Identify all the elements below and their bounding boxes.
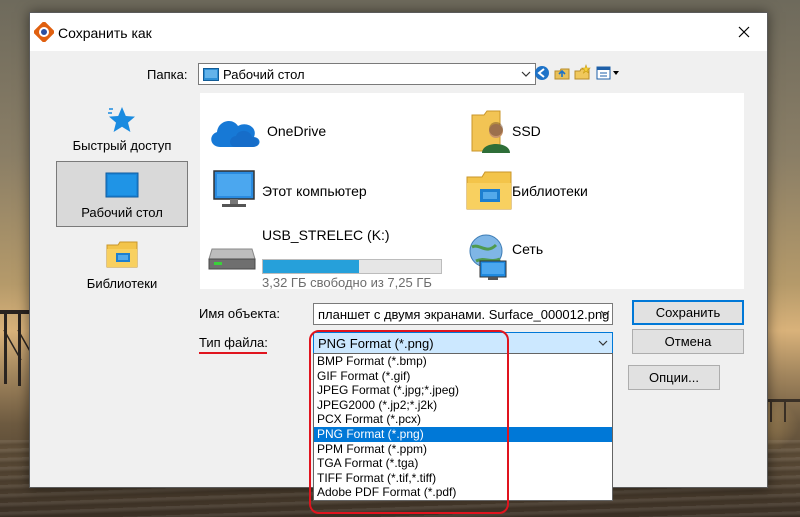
filetype-option[interactable]: PPM Format (*.ppm) <box>314 442 612 457</box>
filename-label: Имя объекта: <box>199 306 281 321</box>
item-label: Сеть <box>512 241 544 257</box>
desktop-icon <box>105 172 139 198</box>
nav-libraries[interactable]: Библиотеки <box>56 231 188 297</box>
filename-input[interactable]: планшет с двумя экранами. Surface_000012… <box>313 303 613 325</box>
item-onedrive[interactable]: OneDrive <box>202 107 442 159</box>
item-ssd[interactable]: SSD <box>464 107 704 159</box>
star-icon <box>108 107 135 132</box>
new-folder-icon[interactable] <box>573 64 591 82</box>
computer-icon <box>213 170 255 207</box>
places-bar: Быстрый доступ Рабочий стол Библиотеки <box>56 93 188 293</box>
item-label: SSD <box>512 123 541 139</box>
file-view: OneDrive SSD Этот компьютер Библиотеки U… <box>200 93 744 290</box>
title-bar[interactable]: Сохранить как <box>30 13 767 51</box>
filetype-option[interactable]: BMP Format (*.bmp) <box>314 354 612 369</box>
back-icon[interactable] <box>533 64 551 82</box>
desktop-folder-icon <box>203 68 219 81</box>
chevron-down-icon[interactable] <box>600 310 610 316</box>
dialog-title: Сохранить как <box>58 25 152 41</box>
save-as-dialog: Сохранить как Папка: Рабочий стол Быстры… <box>29 12 768 514</box>
item-label: Библиотеки <box>512 183 588 199</box>
filetype-dropdown-list: BMP Format (*.bmp) GIF Format (*.gif) JPEG… <box>313 353 613 501</box>
filetype-select[interactable]: PNG Format (*.png) <box>313 332 613 354</box>
filetype-option[interactable]: GIF Format (*.gif) <box>314 369 612 384</box>
network-icon <box>469 234 507 280</box>
libraries-icon <box>466 171 512 210</box>
highlight-underline <box>199 352 267 354</box>
folder-value: Рабочий стол <box>223 67 305 82</box>
item-network[interactable]: Сеть <box>464 227 704 287</box>
filetype-option[interactable]: TGA Format (*.tga) <box>314 456 612 471</box>
filetype-option[interactable]: JPEG2000 (*.jp2;*.j2k) <box>314 398 612 413</box>
drive-usage-fill <box>263 260 360 273</box>
drive-free-space: 3,32 ГБ свободно из 7,25 ГБ <box>262 275 432 290</box>
filetype-option[interactable]: TIFF Format (*.tif,*.tiff) <box>314 471 612 486</box>
folder-label: Папка: <box>147 67 188 82</box>
drive-usage-bar <box>262 259 442 274</box>
close-icon <box>738 26 750 38</box>
filename-value: планшет с двумя экранами. Surface_000012… <box>318 307 610 322</box>
close-button[interactable] <box>721 13 767 51</box>
item-label: Этот компьютер <box>262 183 367 199</box>
cancel-button[interactable]: Отмена <box>632 329 744 354</box>
user-folder-icon <box>471 110 510 153</box>
filetype-option[interactable]: PNG Format (*.png) <box>314 426 612 442</box>
nav-quick-access[interactable]: Быстрый доступ <box>56 93 188 159</box>
item-this-pc[interactable]: Этот компьютер <box>202 165 442 217</box>
filetype-option[interactable]: JPEG Format (*.jpg;*.jpeg) <box>314 383 612 398</box>
app-icon <box>34 22 54 42</box>
options-button[interactable]: Опции... <box>628 365 720 390</box>
filetype-option[interactable]: Adobe PDF Format (*.pdf) <box>314 485 612 500</box>
filetype-label: Тип файла: <box>199 335 268 350</box>
nav-desktop[interactable]: Рабочий стол <box>56 161 188 227</box>
item-label: OneDrive <box>267 123 327 139</box>
libraries-icon <box>106 241 138 268</box>
nav-label: Библиотеки <box>86 276 158 291</box>
chevron-down-icon <box>521 71 531 77</box>
folder-select[interactable]: Рабочий стол <box>198 63 536 85</box>
chevron-down-icon <box>598 340 608 346</box>
drive-icon <box>208 248 256 270</box>
onedrive-icon <box>211 121 260 147</box>
save-button[interactable]: Сохранить <box>632 300 744 325</box>
filetype-option[interactable]: PCX Format (*.pcx) <box>314 412 612 427</box>
nav-label: Рабочий стол <box>81 205 163 220</box>
item-libraries[interactable]: Библиотеки <box>464 165 704 217</box>
item-usb-drive[interactable]: USB_STRELEC (K:) 3,32 ГБ свободно из 7,2… <box>202 227 462 290</box>
view-menu-icon[interactable] <box>595 64 621 82</box>
nav-label: Быстрый доступ <box>72 138 172 153</box>
filetype-selected: PNG Format (*.png) <box>318 336 434 351</box>
item-label: USB_STRELEC (K:) <box>262 227 390 243</box>
up-folder-icon[interactable] <box>553 64 571 82</box>
